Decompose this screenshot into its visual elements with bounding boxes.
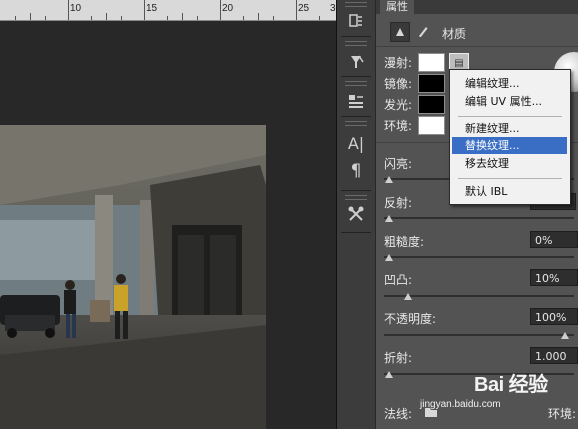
panel-tab-bar: 属性 xyxy=(376,0,578,14)
refraction-slider-thumb[interactable] xyxy=(385,371,393,378)
reflection-slider[interactable] xyxy=(384,217,574,219)
menu-item-default-ibl[interactable]: 默认 IBL xyxy=(452,183,567,200)
material-mode-row: 材质 xyxy=(376,18,578,48)
ruler-mark: 10 xyxy=(70,3,82,14)
brush-mode-icon[interactable] xyxy=(414,22,432,40)
refraction-label: 折射: xyxy=(384,351,413,365)
document-canvas[interactable] xyxy=(0,21,336,429)
glow-label: 发光: xyxy=(384,98,413,112)
menu-item-new-texture[interactable]: 新建纹理... xyxy=(452,120,567,137)
horizontal-ruler: 10 15 20 25 30 xyxy=(0,0,336,21)
ambient-color-swatch[interactable] xyxy=(418,116,445,135)
dock-grip[interactable] xyxy=(345,41,367,46)
layer-comps-icon[interactable] xyxy=(343,90,369,112)
character-icon[interactable]: A| xyxy=(343,132,369,154)
glow-color-swatch[interactable] xyxy=(418,95,445,114)
bump-label: 凹凸: xyxy=(384,273,413,287)
hotel-entrance-photo xyxy=(0,125,266,429)
panel-dock-strip: A| ¶ xyxy=(337,0,375,429)
dock-grip[interactable] xyxy=(345,195,367,200)
ruler-mark: 20 xyxy=(222,3,234,14)
bump-slider-thumb[interactable] xyxy=(404,293,412,300)
menu-item-edit-texture[interactable]: 编辑纹理... xyxy=(452,75,567,92)
specular-color-swatch[interactable] xyxy=(418,74,445,93)
bump-field[interactable]: 10% xyxy=(530,269,578,286)
roughness-field[interactable]: 0% xyxy=(530,231,578,248)
normal-label: 法线: xyxy=(384,407,413,421)
diffuse-label: 漫射: xyxy=(384,56,413,70)
reflection-label: 反射: xyxy=(384,196,413,210)
dock-grip[interactable] xyxy=(345,81,367,86)
diffuse-color-swatch[interactable] xyxy=(418,53,445,72)
tool-presets-icon[interactable] xyxy=(343,50,369,72)
scene-mode-icon[interactable] xyxy=(390,22,410,42)
watermark-brand: Bai 经验 xyxy=(474,374,548,396)
roughness-label: 粗糙度: xyxy=(384,235,425,249)
baidu-jingyan-watermark: Bai 经验 jingyan.baidu.com xyxy=(420,368,578,412)
opacity-slider[interactable] xyxy=(384,334,574,336)
opacity-field[interactable]: 100% xyxy=(530,308,578,325)
dock-grip[interactable] xyxy=(345,2,367,7)
tab-properties[interactable]: 属性 xyxy=(380,0,414,14)
ambient-label: 环境: xyxy=(384,119,413,133)
bump-slider[interactable] xyxy=(384,295,574,297)
material-label: 材质 xyxy=(442,27,467,41)
menu-item-remove-texture[interactable]: 移去纹理 xyxy=(452,155,567,172)
shine-slider-thumb[interactable] xyxy=(385,176,393,183)
texture-context-menu: 编辑纹理... 编辑 UV 属性... 新建纹理... 替换纹理... 移去纹理… xyxy=(449,69,571,205)
history-brush-icon[interactable] xyxy=(343,10,369,32)
roughness-slider-thumb[interactable] xyxy=(385,254,393,261)
opacity-label: 不透明度: xyxy=(384,312,437,326)
reflection-slider-thumb[interactable] xyxy=(385,215,393,222)
tools-icon[interactable] xyxy=(343,203,369,225)
menu-item-replace-texture[interactable]: 替换纹理... xyxy=(452,137,567,154)
ruler-mark: 25 xyxy=(298,3,310,14)
dock-grip[interactable] xyxy=(345,121,367,126)
opacity-slider-thumb[interactable] xyxy=(561,332,569,339)
ruler-mark: 15 xyxy=(146,3,158,14)
roughness-slider[interactable] xyxy=(384,256,574,258)
paragraph-icon[interactable]: ¶ xyxy=(343,160,369,182)
properties-panel: 属性 材质 漫射: ▤ 镜像: 发光: 环境: 闪亮: 反射: 粗糙度: 0% … xyxy=(376,0,578,429)
specular-label: 镜像: xyxy=(384,77,413,91)
shine-label: 闪亮: xyxy=(384,157,413,171)
menu-item-edit-uv-properties[interactable]: 编辑 UV 属性... xyxy=(452,93,567,110)
refraction-field[interactable]: 1.000 xyxy=(530,347,578,364)
watermark-url: jingyan.baidu.com xyxy=(420,399,501,410)
